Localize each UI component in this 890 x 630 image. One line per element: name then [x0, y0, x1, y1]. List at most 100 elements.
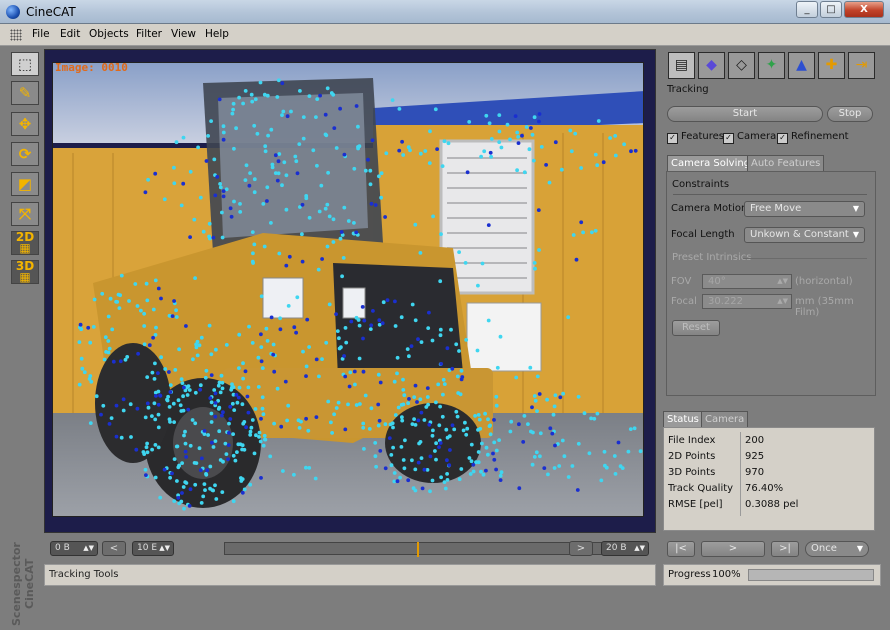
- current-frame-field[interactable]: 10 E ▲▼: [132, 541, 174, 556]
- spin-arrows-icon[interactable]: ▲▼: [83, 542, 94, 555]
- target-icon[interactable]: ✚: [818, 52, 845, 79]
- scale-tool-icon[interactable]: ◩: [11, 172, 39, 196]
- menu-file[interactable]: File: [32, 28, 50, 40]
- spin-arrows-icon[interactable]: ▲▼: [634, 542, 645, 555]
- feature-point: [250, 418, 255, 422]
- feature-point: [180, 461, 184, 465]
- feature-point: [378, 449, 383, 453]
- feature-point: [576, 394, 581, 399]
- feature-point: [154, 325, 158, 330]
- feature-point: [395, 355, 400, 360]
- feature-point: [616, 440, 621, 445]
- move-tool-icon[interactable]: ✥: [11, 112, 39, 136]
- menu-edit[interactable]: Edit: [60, 28, 80, 40]
- feature-point: [172, 499, 177, 503]
- rotate-tool-icon[interactable]: ⟳: [11, 142, 39, 166]
- play-button[interactable]: >: [701, 541, 765, 557]
- start-button[interactable]: Start: [667, 106, 823, 122]
- title-bar[interactable]: CineCAT _ □ X: [0, 0, 890, 24]
- features-checkbox[interactable]: ✓ Features: [667, 131, 724, 144]
- feature-point: [428, 489, 432, 494]
- feature-point: [211, 445, 216, 449]
- first-frame-button[interactable]: |<: [667, 541, 695, 557]
- feature-point: [357, 356, 362, 361]
- menu-view[interactable]: View: [171, 28, 196, 40]
- timeline-slider[interactable]: [224, 542, 609, 557]
- feature-point: [200, 456, 204, 461]
- object-icon[interactable]: ◆: [698, 52, 725, 79]
- feature-point: [193, 276, 198, 280]
- feature-point: [401, 153, 406, 157]
- reset-button[interactable]: Reset: [672, 320, 720, 336]
- select-tool-icon[interactable]: ⬚: [11, 52, 39, 76]
- feature-point: [203, 375, 208, 380]
- feature-point: [508, 429, 513, 434]
- feature-point: [505, 122, 510, 127]
- camera-checkbox[interactable]: ✓ Camera: [723, 131, 776, 144]
- feature-point: [163, 367, 168, 371]
- feature-point: [576, 441, 581, 446]
- feature-point: [427, 422, 432, 427]
- exit-icon[interactable]: ⇥: [848, 52, 875, 79]
- lasso-tool-icon[interactable]: ✎: [11, 81, 39, 105]
- feature-point: [172, 457, 177, 461]
- tab-auto-features[interactable]: Auto Features: [747, 155, 825, 171]
- timeline-marker[interactable]: [417, 542, 419, 557]
- feature-point: [142, 311, 146, 316]
- feature-point: [589, 416, 593, 421]
- feature-point: [431, 214, 435, 219]
- tab-status[interactable]: Status: [663, 411, 703, 427]
- last-frame-button[interactable]: >|: [771, 541, 799, 557]
- light-icon[interactable]: ▲: [788, 52, 815, 79]
- feature-point: [454, 342, 459, 347]
- feature-point: [220, 490, 225, 494]
- feature-point: [413, 318, 418, 323]
- tab-camera[interactable]: Camera: [701, 411, 749, 427]
- feature-point: [106, 314, 111, 319]
- film-strip-icon[interactable]: ▤: [668, 52, 695, 79]
- feature-point: [613, 134, 618, 138]
- chevron-down-icon: ▼: [856, 544, 863, 553]
- feature-point: [455, 374, 460, 379]
- feature-point: [559, 167, 564, 172]
- status-key: RMSE [pel]: [668, 499, 723, 510]
- feature-point: [216, 383, 221, 388]
- menu-filter[interactable]: Filter: [136, 28, 162, 40]
- camera-motion-select[interactable]: Free Move ▼: [744, 201, 865, 217]
- tracking-viewport[interactable]: [52, 62, 644, 517]
- start-frame-field[interactable]: 0 B ▲▼: [50, 541, 98, 556]
- stop-button[interactable]: Stop: [827, 106, 873, 122]
- feature-point: [245, 394, 250, 399]
- minimize-button[interactable]: _: [796, 1, 818, 18]
- feature-point: [313, 476, 318, 481]
- mesh-icon[interactable]: ◇: [728, 52, 755, 79]
- feature-point: [211, 488, 216, 493]
- snap-tool-icon[interactable]: ⤧: [11, 202, 39, 226]
- feature-point: [238, 202, 242, 206]
- menu-objects[interactable]: Objects: [89, 28, 129, 40]
- feature-point: [418, 440, 423, 444]
- feature-point: [393, 299, 397, 304]
- features-icon[interactable]: ✦: [758, 52, 785, 79]
- feature-point: [334, 406, 339, 410]
- feature-point: [579, 166, 583, 170]
- playback-mode-select[interactable]: Once ▼: [805, 541, 869, 557]
- 3d-view-icon[interactable]: 3D ▦: [11, 260, 39, 284]
- feature-point: [176, 496, 181, 500]
- feature-point: [193, 421, 198, 426]
- feature-point: [430, 433, 435, 438]
- spin-arrows-icon[interactable]: ▲▼: [159, 542, 170, 555]
- feature-point: [153, 171, 158, 176]
- menu-help[interactable]: Help: [205, 28, 229, 40]
- tab-camera-solving[interactable]: Camera Solving: [667, 155, 755, 171]
- feature-point: [428, 454, 433, 459]
- 2d-view-icon[interactable]: 2D ▦: [11, 231, 39, 255]
- feature-point: [181, 485, 186, 489]
- refinement-checkbox[interactable]: ✓ Refinement: [777, 131, 849, 144]
- prev-frame-button[interactable]: <: [102, 541, 126, 556]
- next-frame-button[interactable]: >: [569, 541, 593, 556]
- end-frame-field[interactable]: 20 B ▲▼: [601, 541, 649, 556]
- focal-length-select[interactable]: Unkown & Constant ▼: [744, 227, 865, 243]
- close-button[interactable]: X: [844, 1, 884, 18]
- maximize-button[interactable]: □: [820, 1, 842, 18]
